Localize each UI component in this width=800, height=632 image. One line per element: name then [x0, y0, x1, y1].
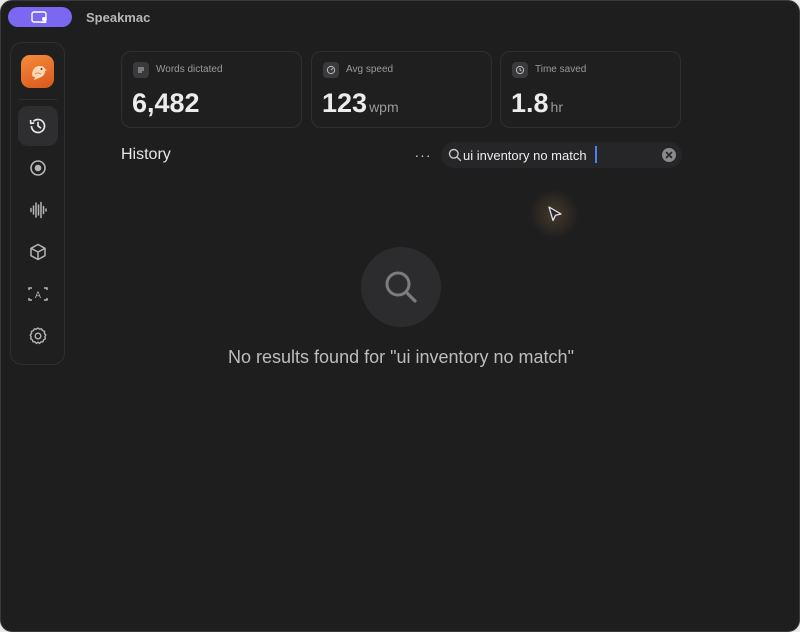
stat-label: Avg speed — [346, 64, 394, 75]
history-title: History — [121, 146, 171, 163]
search-icon — [385, 271, 417, 303]
stat-card-speed: Avg speed 123 wpm — [311, 51, 492, 128]
text-caret — [595, 146, 597, 163]
mouse-pointer-icon — [548, 206, 562, 222]
sidebar-item-models[interactable] — [18, 232, 58, 272]
stat-label: Words dictated — [156, 64, 223, 75]
text-box-icon: A — [28, 287, 48, 301]
sidebar-item-text[interactable]: A — [18, 274, 58, 314]
stat-value: 6,482 — [132, 88, 200, 118]
search-input[interactable] — [463, 146, 653, 164]
stat-value: 1.8 hr — [511, 88, 563, 118]
stat-card-words: Words dictated 6,482 — [121, 51, 302, 128]
cube-icon — [30, 243, 46, 261]
stat-unit: hr — [550, 99, 563, 115]
stat-label: Time saved — [535, 64, 587, 75]
bird-logo-icon — [31, 65, 47, 80]
empty-state-illustration — [361, 247, 441, 327]
close-icon — [665, 151, 673, 159]
speedometer-icon — [323, 62, 339, 78]
app-logo — [21, 55, 54, 88]
svg-text:A: A — [35, 291, 42, 301]
app-window: Speakmac A Words dictated 6,482 Avg spee… — [0, 0, 800, 632]
more-options-button[interactable]: ··· — [412, 145, 434, 165]
search-icon — [448, 148, 462, 162]
record-icon — [30, 160, 46, 176]
gear-icon — [29, 327, 47, 345]
stat-value: 123 wpm — [322, 88, 399, 118]
sidebar-item-record[interactable] — [18, 148, 58, 188]
stat-card-time: Time saved 1.8 hr — [500, 51, 681, 128]
sidebar: A — [10, 42, 65, 365]
clock-icon — [512, 62, 528, 78]
history-icon — [29, 118, 46, 134]
stat-unit: wpm — [369, 99, 399, 115]
title-bar: Speakmac — [1, 1, 799, 35]
sidebar-item-audio[interactable] — [18, 190, 58, 230]
app-title: Speakmac — [86, 10, 151, 25]
sidebar-divider — [19, 99, 57, 100]
window-mode-button[interactable] — [8, 7, 72, 27]
search-box — [441, 142, 682, 168]
waveform-icon — [30, 201, 47, 219]
empty-state-message: No results found for "ui inventory no ma… — [228, 347, 574, 367]
clear-search-button[interactable] — [662, 148, 676, 162]
screen-user-icon — [31, 10, 47, 23]
document-icon — [133, 62, 149, 78]
sidebar-item-history[interactable] — [18, 106, 58, 146]
